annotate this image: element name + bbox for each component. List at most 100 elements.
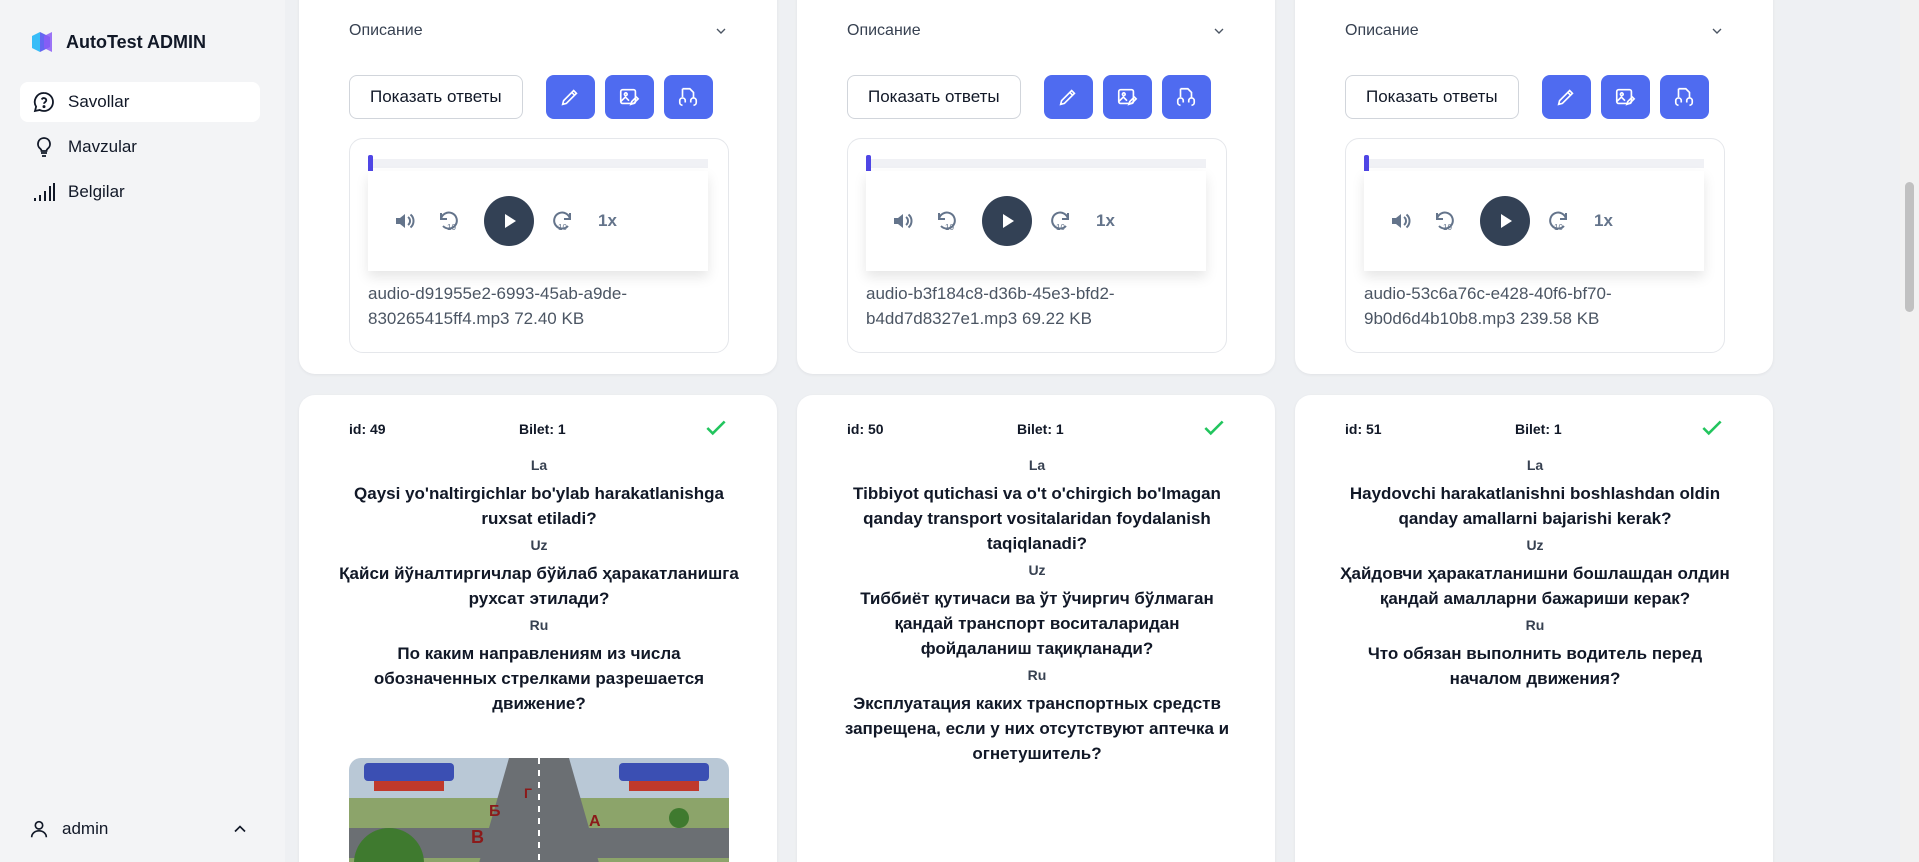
edit-image-button[interactable] xyxy=(604,75,654,119)
edit-image-button[interactable] xyxy=(1600,75,1650,119)
audio-card: Описание Показать ответы 10 10 1x audio-… xyxy=(1295,0,1773,374)
question-text-la: Qaysi yo'naltirgichlar bo'ylab harakatla… xyxy=(354,484,724,528)
audio-controls: 10 10 1x xyxy=(1364,171,1704,271)
user-menu[interactable]: admin xyxy=(28,818,250,840)
question-id: id: 50 xyxy=(847,421,884,437)
audio-progress-bar[interactable] xyxy=(1364,155,1704,173)
signal-bars-icon xyxy=(34,183,55,201)
description-label: Описание xyxy=(1345,22,1419,39)
svg-text:10: 10 xyxy=(945,223,954,232)
chevron-down-icon xyxy=(1712,28,1722,34)
image-edit-icon xyxy=(1616,88,1636,106)
volume-button[interactable] xyxy=(1389,209,1413,233)
audio-player-box: 10 10 1x audio-53c6a76c-e428-40f6-bf70-9… xyxy=(1345,138,1725,353)
question-meta: id: 50 Bilet: 1 xyxy=(847,420,1227,437)
sidebar-item-label: Savollar xyxy=(68,92,130,111)
pencil-icon xyxy=(1059,89,1076,106)
check-icon xyxy=(706,420,726,436)
forward-10-button[interactable]: 10 xyxy=(1047,208,1073,234)
play-button[interactable] xyxy=(484,196,534,246)
rewind-10-icon: 10 xyxy=(938,211,956,232)
description-dropdown[interactable]: Описание xyxy=(349,22,729,40)
sidebar-item-mavzular[interactable]: Mavzular xyxy=(20,127,260,167)
play-button[interactable] xyxy=(982,196,1032,246)
description-dropdown[interactable]: Описание xyxy=(847,22,1227,40)
play-button[interactable] xyxy=(1480,196,1530,246)
intersection-scene: Б Г В А xyxy=(349,758,729,862)
forward-10-button[interactable]: 10 xyxy=(549,208,575,234)
image-label: Г xyxy=(524,785,532,801)
svg-text:10: 10 xyxy=(1554,223,1563,232)
question-card[interactable]: id: 49 Bilet: 1 La Qaysi yo'naltirgichla… xyxy=(299,395,777,862)
sidebar-nav: Savollar Mavzular Belgilar xyxy=(20,82,260,217)
edit-button[interactable] xyxy=(545,75,595,119)
audio-file-icon xyxy=(1177,87,1196,107)
question-id: id: 49 xyxy=(349,421,386,437)
scrollbar-thumb[interactable] xyxy=(1905,182,1914,312)
audio-progress-bar[interactable] xyxy=(368,155,708,173)
brand[interactable]: AutoTest ADMIN xyxy=(28,28,206,56)
audio-file-icon xyxy=(1675,87,1694,107)
edit-audio-button[interactable] xyxy=(1659,75,1709,119)
user-name: admin xyxy=(62,819,109,838)
sidebar-item-savollar[interactable]: Savollar xyxy=(20,82,260,122)
edit-button[interactable] xyxy=(1043,75,1093,119)
image-label: А xyxy=(589,813,601,830)
audio-file-size: 72.40 KB xyxy=(514,309,585,328)
audio-file-name: audio-d91955e2-6993-45ab-a9de-830265415f… xyxy=(368,284,627,328)
image-label: В xyxy=(471,827,484,847)
forward-10-icon: 10 xyxy=(553,211,571,232)
sidebar-item-label: Mavzular xyxy=(68,137,137,156)
volume-icon xyxy=(894,213,913,229)
page-scrollbar[interactable] xyxy=(1900,0,1919,862)
question-text-ru: Эксплуатация каких транспортных средств … xyxy=(844,694,1230,763)
sidebar-item-label: Belgilar xyxy=(68,182,125,201)
show-answers-button[interactable]: Показать ответы xyxy=(847,75,1021,119)
edit-image-button[interactable] xyxy=(1102,75,1152,119)
volume-button[interactable] xyxy=(891,209,915,233)
playback-speed-button[interactable]: 1x xyxy=(598,211,617,231)
pencil-icon xyxy=(561,89,578,106)
svg-text:10: 10 xyxy=(558,223,567,232)
edit-audio-button[interactable] xyxy=(1161,75,1211,119)
question-bilet: Bilet: 1 xyxy=(519,421,566,437)
lang-label-ru: Ru xyxy=(529,617,549,633)
sidebar-item-belgilar[interactable]: Belgilar xyxy=(20,172,260,212)
edit-button[interactable] xyxy=(1541,75,1591,119)
audio-file-info: audio-b3f184c8-d36b-45e3-bfd2-b4dd7d8327… xyxy=(866,281,1166,331)
question-text-uz: Ҳайдовчи ҳаракатланишни бошлашдан олдин … xyxy=(1340,564,1730,608)
question-id: id: 51 xyxy=(1345,421,1382,437)
card-actions: Показать ответы xyxy=(349,75,713,119)
lang-label-la: La xyxy=(530,457,548,473)
rewind-10-button[interactable]: 10 xyxy=(1432,208,1458,234)
image-edit-icon xyxy=(620,88,640,106)
show-answers-button[interactable]: Показать ответы xyxy=(349,75,523,119)
volume-button[interactable] xyxy=(393,209,417,233)
description-label: Описание xyxy=(847,22,921,39)
question-card[interactable]: id: 50 Bilet: 1 La Tibbiyot qutichasi va… xyxy=(797,395,1275,862)
forward-10-icon: 10 xyxy=(1051,211,1069,232)
lang-label-ru: Ru xyxy=(1525,617,1545,633)
chevron-up-icon[interactable] xyxy=(230,819,250,839)
play-icon xyxy=(1003,214,1014,228)
audio-progress-bar[interactable] xyxy=(866,155,1206,173)
playback-speed-button[interactable]: 1x xyxy=(1096,211,1115,231)
show-answers-button[interactable]: Показать ответы xyxy=(1345,75,1519,119)
question-card[interactable]: id: 51 Bilet: 1 La Haydovchi harakatlani… xyxy=(1295,395,1773,862)
audio-file-size: 239.58 KB xyxy=(1519,309,1600,328)
svg-text:10: 10 xyxy=(1443,223,1452,232)
audio-card: Описание Показать ответы 10 10 1x audio-… xyxy=(299,0,777,374)
rewind-10-button[interactable]: 10 xyxy=(436,208,462,234)
question-text-la: Tibbiyot qutichasi va o't o'chirgich bo'… xyxy=(853,484,1221,553)
audio-card: Описание Показать ответы 10 10 1x audio-… xyxy=(797,0,1275,374)
forward-10-button[interactable]: 10 xyxy=(1545,208,1571,234)
playback-speed-button[interactable]: 1x xyxy=(1594,211,1613,231)
question-text-uz: Қайси йўналтиргичлар бўйлаб ҳаракатланиш… xyxy=(339,564,739,608)
card-actions: Показать ответы xyxy=(1345,75,1709,119)
edit-audio-button[interactable] xyxy=(663,75,713,119)
description-dropdown[interactable]: Описание xyxy=(1345,22,1725,40)
lang-label-uz: Uz xyxy=(1526,537,1544,553)
question-meta: id: 49 Bilet: 1 xyxy=(349,420,729,437)
rewind-10-button[interactable]: 10 xyxy=(934,208,960,234)
question-meta: id: 51 Bilet: 1 xyxy=(1345,420,1725,437)
